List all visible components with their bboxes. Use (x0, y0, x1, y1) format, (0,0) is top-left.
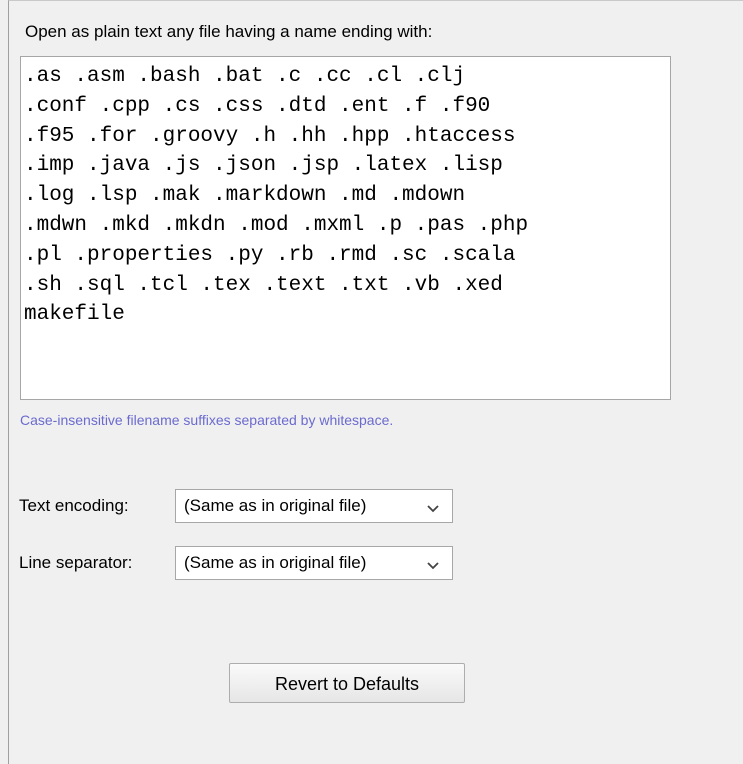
suffixes-textarea[interactable]: .as .asm .bash .bat .c .cc .cl .clj .con… (20, 56, 671, 400)
line-separator-value: (Same as in original file) (184, 553, 367, 572)
text-encoding-value: (Same as in original file) (184, 496, 367, 515)
line-separator-dropdown[interactable]: (Same as in original file) (175, 546, 453, 580)
plain-text-settings-panel: Open as plain text any file having a nam… (8, 0, 743, 764)
text-encoding-label: Text encoding: (19, 496, 129, 515)
suffixes-label: Open as plain text any file having a nam… (25, 22, 433, 41)
chevron-down-icon (427, 562, 439, 570)
line-separator-label: Line separator: (19, 553, 133, 572)
revert-to-defaults-button[interactable]: Revert to Defaults (229, 663, 465, 703)
suffixes-hint: Case-insensitive filename suffixes separ… (20, 412, 394, 428)
chevron-down-icon (427, 505, 439, 513)
text-encoding-dropdown[interactable]: (Same as in original file) (175, 489, 453, 523)
